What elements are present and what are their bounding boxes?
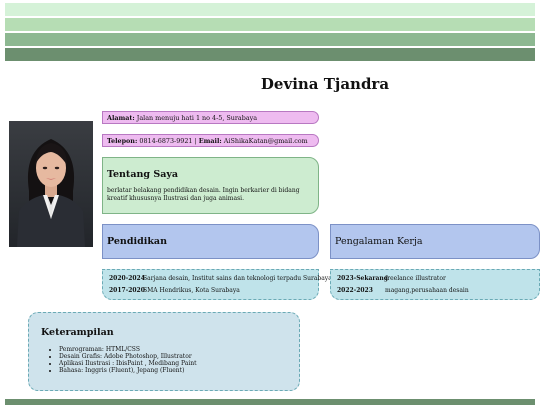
- header-band-1: [5, 3, 535, 16]
- contact-pill: Telepon: 0814-6873-9921 | Email: AiShika…: [102, 134, 319, 147]
- skills-title: Keterampilan: [41, 327, 114, 338]
- header-band-3: [5, 33, 535, 46]
- address-label: Alamat:: [107, 114, 135, 122]
- experience-row: 2022-2023 magang,perusahaan desain: [337, 285, 533, 297]
- education-timeline: 2020-2024 Sarjana desain, Institut sains…: [102, 269, 332, 300]
- skills-section: Keterampilan Pemrograman: HTML/CSS Desai…: [28, 312, 300, 391]
- experience-timeline: 2023-Sekarang freelance illustrator 2022…: [330, 269, 540, 300]
- about-text: berlatar belakang pendidikan desain. Ing…: [107, 187, 300, 202]
- email-label: Email:: [198, 137, 222, 145]
- footer-band: [5, 399, 535, 405]
- education-desc: Sarjana desain, Institut sains dan tekno…: [143, 275, 332, 282]
- about-section: Tentang Saya berlatar belakang pendidika…: [102, 157, 319, 214]
- education-desc: SMA Hendrikus, Kota Surabaya: [143, 287, 240, 294]
- education-row: 2017-2020 SMA Hendrikus, Kota Surabaya: [109, 285, 312, 297]
- address-pill: Alamat: Jalan menuju hati 1 no 4-5, Sura…: [102, 111, 319, 124]
- education-years: 2017-2020: [109, 287, 145, 294]
- experience-row: 2023-Sekarang freelance illustrator: [337, 273, 533, 285]
- education-heading: Pendidikan: [102, 224, 319, 259]
- skill-item: Bahasa: Inggris (Fluent), Jepang (Fluent…: [59, 367, 287, 374]
- skill-item: Desain Grafis: Adobe Photoshop, Illustra…: [59, 353, 287, 360]
- education-years: 2020-2024: [109, 275, 145, 282]
- education-row: 2020-2024 Sarjana desain, Institut sains…: [109, 273, 332, 285]
- skill-item: Pemrograman: HTML/CSS: [59, 346, 287, 353]
- email-value: AiShikaKatan@gmail.com: [223, 137, 308, 145]
- page-title: Devina Tjandra: [260, 75, 390, 93]
- address-value: Jalan menuju hati 1 no 4-5, Surabaya: [136, 114, 258, 122]
- phone-value: 0814-6873-9921: [139, 137, 193, 145]
- experience-desc: freelance illustrator: [385, 275, 446, 282]
- header-band-2: [5, 18, 535, 31]
- experience-heading: Pengalaman Kerja: [330, 224, 540, 259]
- profile-photo: [9, 121, 93, 247]
- skill-item: Aplikasi Ilustrasi : IbisPaint , Mediban…: [59, 360, 287, 367]
- experience-years: 2022-2023: [337, 287, 373, 294]
- about-title: Tentang Saya: [107, 169, 179, 180]
- experience-years: 2023-Sekarang: [337, 275, 388, 282]
- contact-separator: |: [194, 137, 197, 145]
- phone-label: Telepon:: [107, 137, 138, 145]
- skills-list: Pemrograman: HTML/CSS Desain Grafis: Ado…: [41, 346, 287, 374]
- experience-desc: magang,perusahaan desain: [385, 287, 469, 294]
- header-band-4: [5, 48, 535, 61]
